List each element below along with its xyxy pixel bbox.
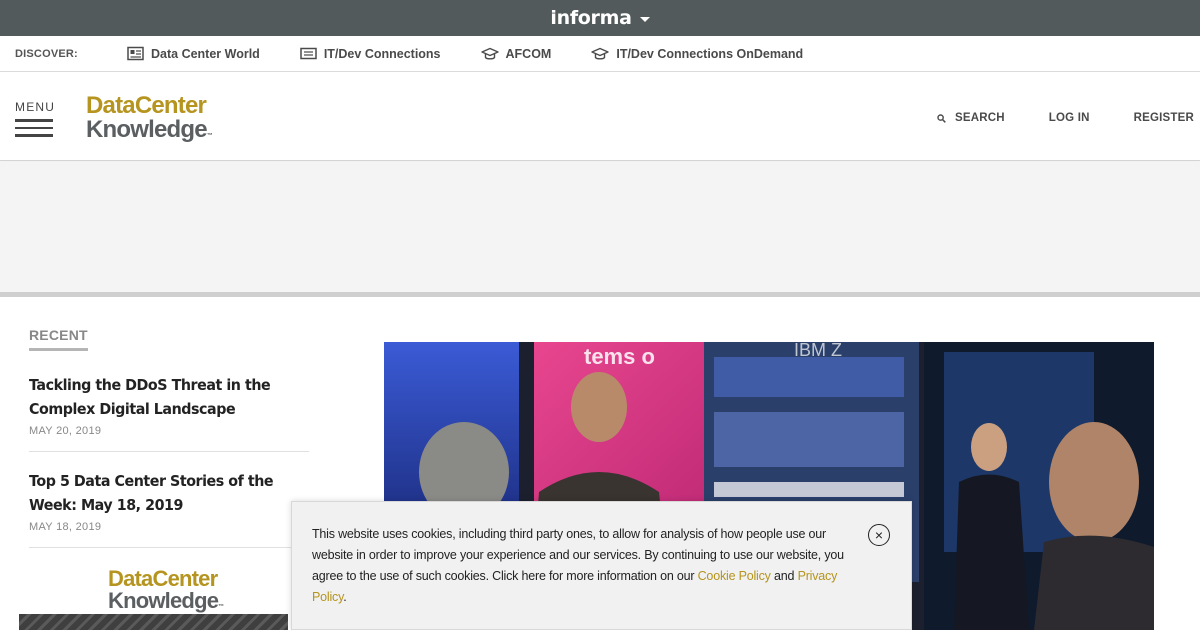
ticket-icon [300, 47, 317, 60]
cookie-banner: This website uses cookies, including thi… [291, 501, 912, 630]
promo-logo: DataCenter Knowledge™ [108, 566, 224, 613]
search-label: SEARCH [955, 112, 1005, 124]
section-divider [0, 292, 1200, 297]
promo-logo-line2: Knowledge [108, 588, 219, 613]
promo-logo-tm: ™ [218, 604, 224, 610]
discover-link-label: AFCOM [505, 46, 552, 61]
informa-logo[interactable]: informa [550, 7, 632, 29]
site-logo[interactable]: DataCenter Knowledge™ [86, 92, 213, 143]
graduation-cap-icon [591, 47, 610, 60]
discover-link-label: IT/Dev Connections [323, 46, 441, 61]
recent-article-title[interactable]: Tackling the DDoS Threat in the Complex … [29, 373, 310, 421]
header-actions: SEARCH LOG IN REGISTER [937, 112, 1194, 124]
close-icon[interactable]: × [868, 524, 890, 546]
promo-logo-line1: DataCenter [108, 566, 218, 591]
discover-bar: DISCOVER: Data Center World IT/Dev Conne… [0, 36, 1200, 72]
discover-label: DISCOVER: [15, 47, 78, 60]
discover-link-afcom[interactable]: AFCOM [480, 46, 552, 61]
caret-down-icon[interactable] [639, 17, 650, 22]
logo-tm: ™ [206, 133, 213, 139]
search-icon [937, 113, 946, 123]
close-symbol: × [874, 527, 884, 543]
cookie-message: This website uses cookies, including thi… [312, 524, 857, 608]
cookie-text-end: . [343, 590, 347, 604]
cookie-text-and: and [770, 569, 798, 583]
promo-banner[interactable]: DataCenter Knowledge™ [19, 558, 288, 630]
hero-brand-text: IBM Z [794, 342, 842, 360]
discover-link-label: IT/Dev Connections OnDemand [616, 46, 804, 61]
login-link[interactable]: LOG IN [1049, 112, 1090, 124]
hero-sign-text: tems o [584, 344, 655, 369]
discover-link-label: Data Center World [151, 46, 260, 61]
register-link[interactable]: REGISTER [1134, 112, 1194, 124]
cookie-policy-link[interactable]: Cookie Policy [698, 569, 771, 583]
search-button[interactable]: SEARCH [937, 112, 1005, 124]
discover-link-itdev-ondemand[interactable]: IT/Dev Connections OnDemand [591, 47, 803, 61]
discover-link-data-center-world[interactable]: Data Center World [127, 46, 260, 61]
newspaper-icon [127, 46, 144, 61]
ad-slot [0, 162, 1200, 293]
promo-pattern [19, 614, 288, 630]
recent-article-date: MAY 20, 2019 [29, 425, 102, 437]
recent-heading: RECENT [29, 327, 88, 351]
logo-line2: Knowledge [86, 116, 208, 143]
recent-article-item: Top 5 Data Center Stories of the Week: M… [29, 469, 309, 548]
logo-line1: DataCenter [86, 92, 207, 119]
graduation-cap-icon [480, 47, 499, 60]
discover-link-itdev-connections[interactable]: IT/Dev Connections [300, 47, 441, 61]
recent-article-date: MAY 18, 2019 [29, 521, 102, 533]
recent-article-item: Tackling the DDoS Threat in the Complex … [29, 373, 309, 452]
informa-bar: informa [0, 0, 1200, 36]
recent-article-title[interactable]: Top 5 Data Center Stories of the Week: M… [29, 469, 310, 517]
hamburger-icon [15, 119, 55, 137]
site-header: MENU DataCenter Knowledge™ SEARCH LOG IN… [0, 72, 1200, 161]
menu-button[interactable]: MENU [15, 100, 55, 142]
menu-label: MENU [15, 100, 56, 114]
